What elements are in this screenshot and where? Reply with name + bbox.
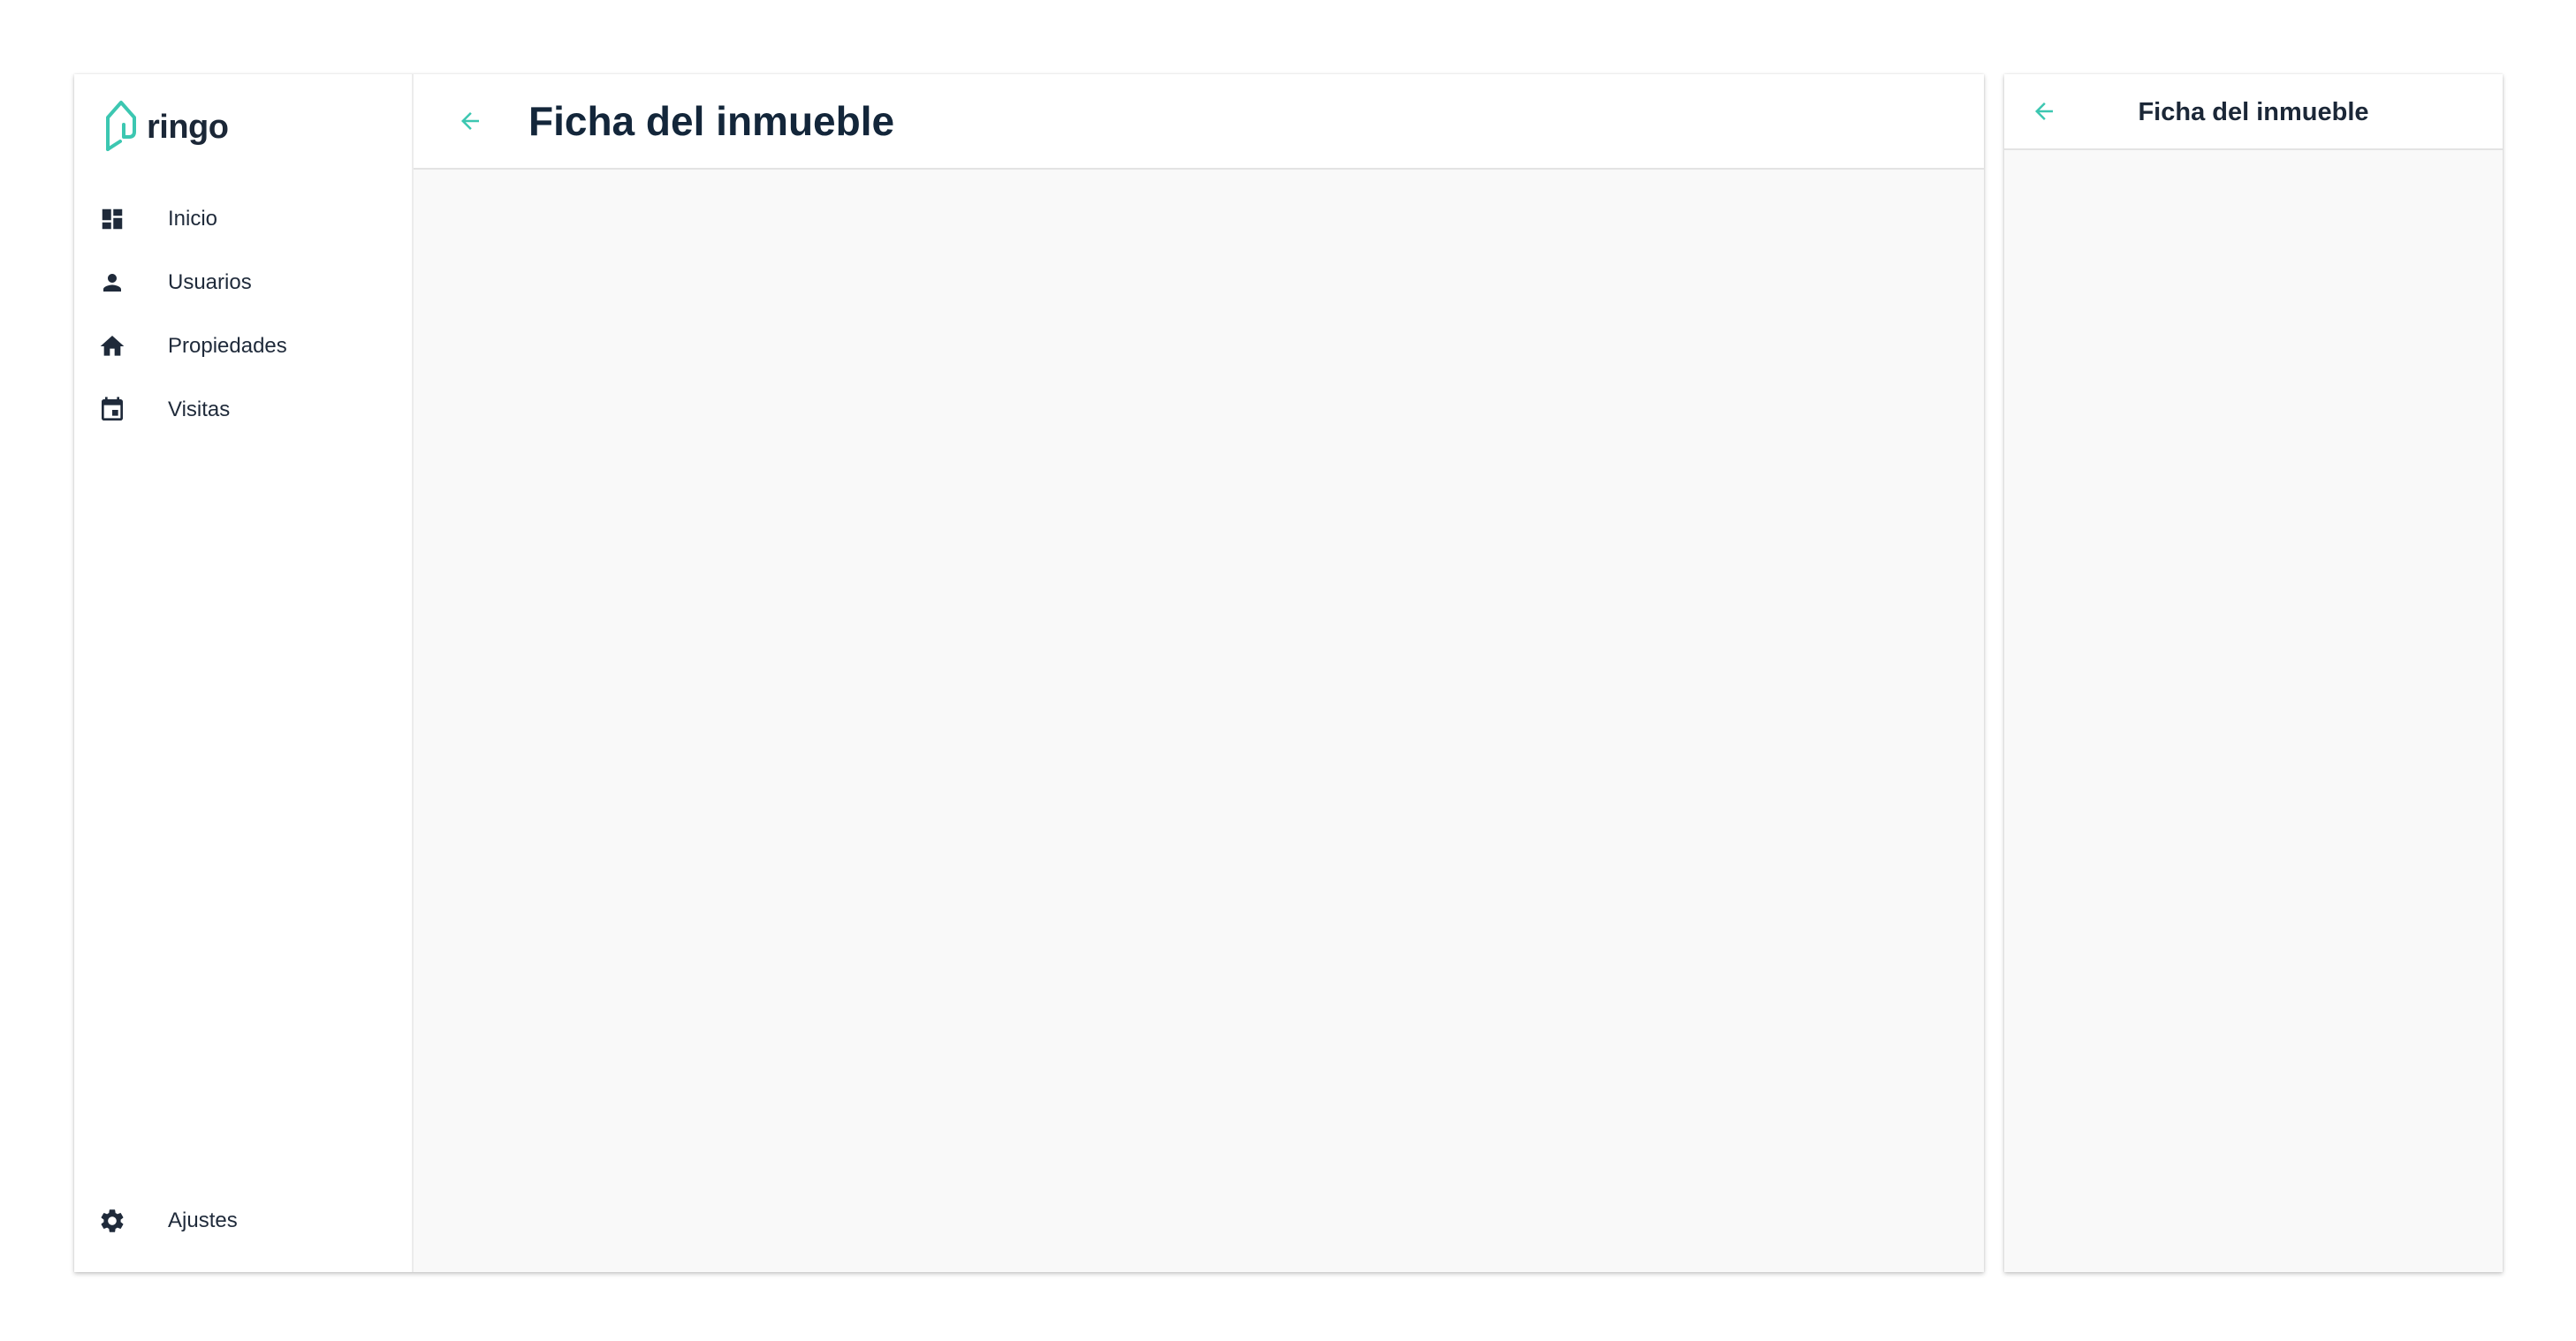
- sidebar: ringo Inicio Usuarios Propiedades Visita…: [74, 74, 414, 1272]
- logo[interactable]: ringo: [103, 98, 229, 157]
- home-icon: [97, 331, 127, 361]
- desktop-frame: ringo Inicio Usuarios Propiedades Visita…: [74, 74, 1984, 1272]
- ringo-logo-icon: [103, 98, 140, 157]
- sidebar-item-label: Visitas: [168, 398, 231, 421]
- main-content: Ficha del inmueble: [414, 74, 1984, 1272]
- page-header: Ficha del inmueble: [414, 74, 1984, 170]
- sidebar-item-label: Ajustes: [168, 1208, 238, 1232]
- arrow-left-icon: [461, 112, 479, 130]
- dashboard-icon: [97, 204, 127, 234]
- arrow-left-icon: [2035, 102, 2053, 120]
- mobile-page-title: Ficha del inmueble: [2138, 97, 2369, 126]
- logo-text: ringo: [147, 108, 229, 146]
- page-title: Ficha del inmueble: [528, 98, 895, 144]
- mobile-frame: Ficha del inmueble: [2004, 74, 2503, 1272]
- mobile-back-button[interactable]: [2024, 91, 2064, 132]
- back-button[interactable]: [449, 100, 491, 142]
- calendar-icon: [97, 395, 127, 425]
- sidebar-footer: Ajustes: [74, 1189, 412, 1253]
- sidebar-item-inicio[interactable]: Inicio: [74, 187, 412, 251]
- sidebar-item-ajustes[interactable]: Ajustes: [74, 1189, 412, 1253]
- mobile-content: [2004, 150, 2503, 1272]
- gear-icon: [97, 1206, 127, 1236]
- sidebar-nav: Inicio Usuarios Propiedades Visitas: [74, 187, 412, 442]
- sidebar-item-label: Inicio: [168, 207, 218, 231]
- sidebar-item-visitas[interactable]: Visitas: [74, 378, 412, 442]
- sidebar-item-label: Propiedades: [168, 334, 287, 358]
- sidebar-item-label: Usuarios: [168, 270, 252, 294]
- sidebar-item-usuarios[interactable]: Usuarios: [74, 251, 412, 314]
- mobile-header: Ficha del inmueble: [2004, 74, 2503, 150]
- sidebar-item-propiedades[interactable]: Propiedades: [74, 314, 412, 378]
- person-icon: [97, 268, 127, 298]
